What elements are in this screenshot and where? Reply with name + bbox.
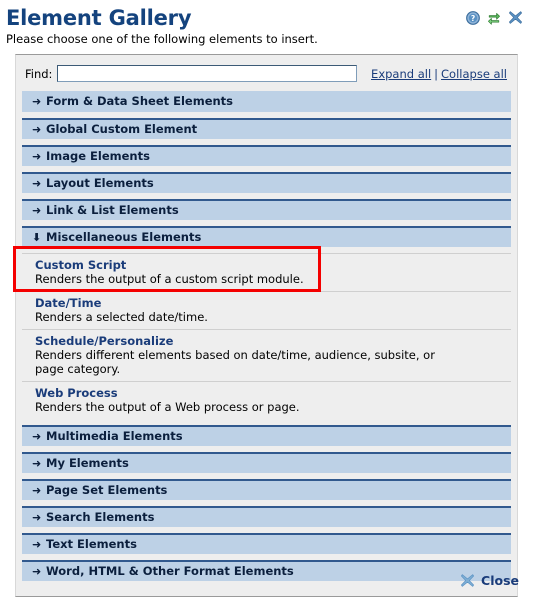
- accordion-section: ➜ Multimedia Elements: [22, 425, 511, 446]
- find-label: Find:: [25, 66, 53, 81]
- accordion-section: ➜ Image Elements: [22, 145, 511, 166]
- accordion-header-label: Text Elements: [46, 537, 137, 551]
- element-description: Renders the output of a Web process or p…: [35, 400, 300, 414]
- element-title-link[interactable]: Custom Script: [35, 258, 509, 272]
- accordion-body: Custom Script Renders the output of a cus…: [22, 253, 511, 419]
- chevron-right-icon: ➜: [32, 457, 42, 470]
- chevron-right-icon: ➜: [32, 511, 42, 524]
- page-subtitle: Please choose one of the following eleme…: [6, 32, 318, 46]
- accordion-section: ➜ Page Set Elements: [22, 479, 511, 500]
- element-list-item[interactable]: Date/Time Renders a selected date/time.: [22, 291, 511, 329]
- element-description: Renders different elements based on date…: [35, 348, 435, 376]
- accordion-header-image-elements[interactable]: ➜ Image Elements: [22, 145, 511, 166]
- element-list-item[interactable]: Web Process Renders the output of a Web p…: [22, 381, 511, 419]
- accordion-header-link-list-elements[interactable]: ➜ Link & List Elements: [22, 199, 511, 220]
- element-title-link[interactable]: Date/Time: [35, 296, 509, 310]
- help-icon[interactable]: ?: [466, 10, 480, 25]
- chevron-down-icon: ⬇: [32, 231, 42, 244]
- accordion-header-layout-elements[interactable]: ➜ Layout Elements: [22, 172, 511, 193]
- chevron-right-icon: ➜: [32, 123, 42, 136]
- accordion-section: ➜ My Elements: [22, 452, 511, 473]
- accordion-header-label: Form & Data Sheet Elements: [46, 94, 234, 108]
- element-title-link[interactable]: Web Process: [35, 386, 509, 400]
- search-input[interactable]: [57, 65, 358, 82]
- accordion-header-label: Miscellaneous Elements: [46, 230, 202, 244]
- accordion-section: ➜ Link & List Elements: [22, 199, 511, 220]
- element-list-item[interactable]: Schedule/Personalize Renders different el…: [22, 329, 511, 381]
- accordion-header-label: My Elements: [46, 456, 129, 470]
- element-gallery-panel: Find: Expand all | Collapse all ➜ Form & Da…: [15, 54, 518, 597]
- close-button-label: Close: [481, 573, 519, 588]
- expand-all-link[interactable]: Expand all: [371, 67, 431, 81]
- footer: Close: [0, 573, 533, 588]
- close-x-icon: [460, 573, 475, 588]
- refresh-icon[interactable]: [487, 11, 501, 25]
- accordion-header-label: Global Custom Element: [46, 122, 198, 136]
- close-button[interactable]: Close: [460, 573, 519, 588]
- accordion-header-miscellaneous-elements[interactable]: ⬇ Miscellaneous Elements: [22, 226, 511, 247]
- chevron-right-icon: ➜: [32, 484, 42, 497]
- element-title-link[interactable]: Schedule/Personalize: [35, 334, 509, 348]
- accordion-header-global-custom-element[interactable]: ➜ Global Custom Element: [22, 118, 511, 139]
- accordion-header-search-elements[interactable]: ➜ Search Elements: [22, 506, 511, 527]
- svg-text:?: ?: [471, 14, 475, 23]
- accordion-header-label: Link & List Elements: [46, 203, 179, 217]
- chevron-right-icon: ➜: [32, 538, 42, 551]
- accordion-header-label: Search Elements: [46, 510, 155, 524]
- link-separator: |: [434, 66, 439, 81]
- accordion-section: ➜ Form & Data Sheet Elements: [22, 91, 511, 112]
- page-title: Element Gallery: [6, 6, 192, 30]
- element-description: Renders the output of a custom script mo…: [35, 272, 304, 286]
- page-header: Element Gallery Please choose one of the…: [0, 0, 533, 46]
- accordion-header-page-set-elements[interactable]: ➜ Page Set Elements: [22, 479, 511, 500]
- element-list-item[interactable]: Custom Script Renders the output of a cus…: [22, 253, 511, 291]
- close-icon[interactable]: [508, 10, 523, 25]
- accordion-section: ⬇ Miscellaneous Elements Custom Script Rend…: [22, 226, 511, 419]
- accordion-header-label: Page Set Elements: [46, 483, 168, 497]
- chevron-right-icon: ➜: [32, 430, 42, 443]
- accordion-header-text-elements[interactable]: ➜ Text Elements: [22, 533, 511, 554]
- accordion-header-form-data-sheet-elements[interactable]: ➜ Form & Data Sheet Elements: [22, 91, 511, 112]
- chevron-right-icon: ➜: [32, 95, 42, 108]
- chevron-right-icon: ➜: [32, 204, 42, 217]
- accordion-header-label: Multimedia Elements: [46, 429, 183, 443]
- accordion-header-my-elements[interactable]: ➜ My Elements: [22, 452, 511, 473]
- accordion-section: ➜ Search Elements: [22, 506, 511, 527]
- accordion-header-label: Layout Elements: [46, 176, 154, 190]
- chevron-right-icon: ➜: [32, 150, 42, 163]
- accordion-section: ➜ Global Custom Element: [22, 118, 511, 139]
- chevron-right-icon: ➜: [32, 177, 42, 190]
- accordion-section: ➜ Text Elements: [22, 533, 511, 554]
- element-accordion: ➜ Form & Data Sheet Elements ➜ Global Custo…: [16, 91, 517, 596]
- element-description: Renders a selected date/time.: [35, 310, 208, 324]
- accordion-header-label: Image Elements: [46, 149, 150, 163]
- accordion-section: ➜ Layout Elements: [22, 172, 511, 193]
- expand-collapse-links: Expand all | Collapse all: [371, 67, 510, 81]
- accordion-header-multimedia-elements[interactable]: ➜ Multimedia Elements: [22, 425, 511, 446]
- find-row: Find: Expand all | Collapse all: [16, 55, 517, 91]
- collapse-all-link[interactable]: Collapse all: [441, 67, 507, 81]
- header-icon-group: ?: [466, 10, 523, 25]
